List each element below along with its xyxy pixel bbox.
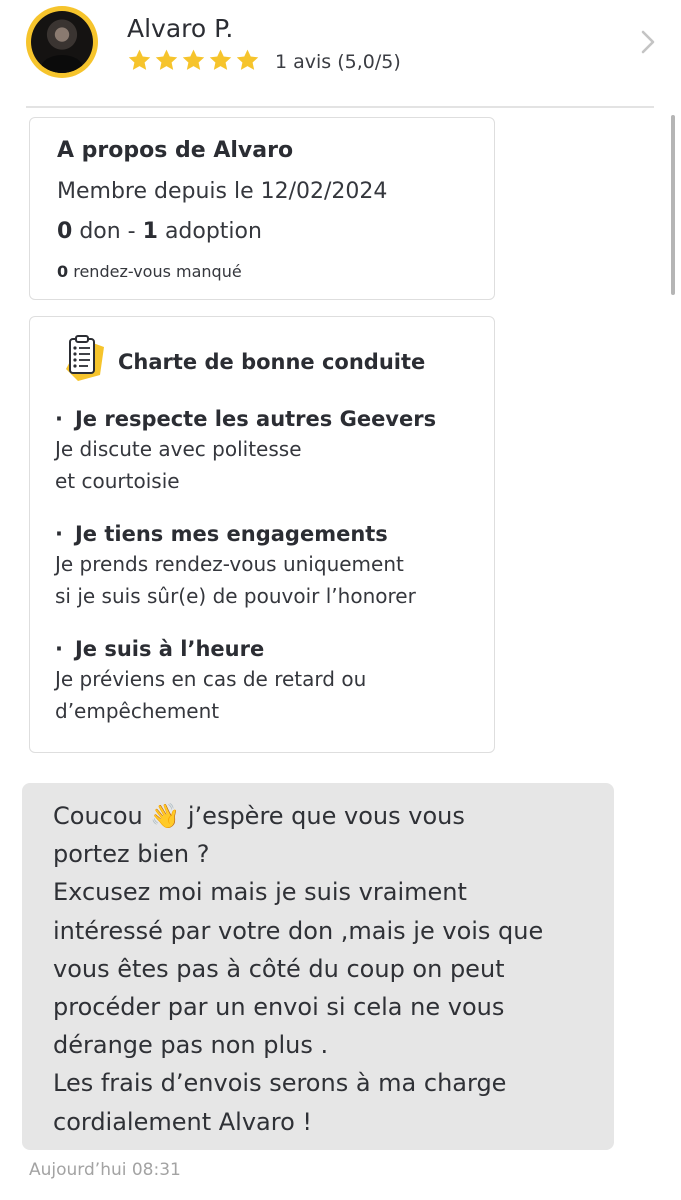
about-title: A propos de Alvaro <box>57 138 294 163</box>
charter-title: Charte de bonne conduite <box>118 350 426 374</box>
rating-stars <box>127 48 260 73</box>
chevron-right-icon[interactable] <box>638 28 658 56</box>
bullet: · <box>55 407 63 431</box>
rule-description: Je prends rendez-vous uniquement si je s… <box>55 552 416 608</box>
charter-card: Charte de bonne conduite · Je respecte le… <box>29 316 495 753</box>
bullet: · <box>55 637 63 661</box>
about-card: A propos de Alvaro Membre depuis le 12/0… <box>29 117 495 300</box>
member-since: Membre depuis le 12/02/2024 <box>57 179 388 204</box>
rule-description: Je discute avec politesse et courtoisie <box>55 437 302 493</box>
star-icon <box>128 49 151 70</box>
rating-text: 1 avis (5,0/5) <box>275 51 401 73</box>
rule-description: Je préviens en cas de retard ou d’empêch… <box>55 667 367 723</box>
rule-title: Je respecte les autres Geevers <box>74 407 437 431</box>
gifts-label: don - <box>79 219 136 244</box>
bullet: · <box>55 522 63 546</box>
gift-adoption-stats: 0 don - 1 adoption <box>57 219 262 244</box>
message-text: Coucou 👋 j’espère que vous vous portez b… <box>53 802 544 1136</box>
avatar-photo <box>31 11 93 73</box>
adoptions-label: adoption <box>164 219 262 244</box>
message-timestamp: Aujourd’hui 08:31 <box>29 1160 181 1180</box>
star-icon <box>155 49 178 70</box>
profile-name: Alvaro P. <box>127 14 234 43</box>
missed-label: rendez-vous manqué <box>73 262 242 281</box>
star-icon <box>182 49 205 70</box>
charter-rule: · Je suis à l’heure Je préviens en cas de… <box>55 637 485 727</box>
charter-rule: · Je respecte les autres Geevers Je discu… <box>55 407 485 497</box>
missed-count: 0 <box>57 262 69 281</box>
profile-header[interactable]: Alvaro P. 1 avis (5,0/5) <box>0 0 681 108</box>
checklist-icon <box>66 335 104 381</box>
message-bubble[interactable]: Coucou 👋 j’espère que vous vous portez b… <box>22 783 614 1150</box>
missed-appointments: 0 rendez-vous manqué <box>57 262 242 281</box>
scrollbar[interactable] <box>671 115 675 295</box>
avatar[interactable] <box>26 6 98 78</box>
header-divider <box>26 106 654 108</box>
rule-title: Je suis à l’heure <box>74 637 265 661</box>
adoptions-count: 1 <box>142 219 158 244</box>
charter-rule: · Je tiens mes engagements Je prends rend… <box>55 522 485 612</box>
star-icon <box>236 49 259 70</box>
star-icon <box>209 49 232 70</box>
rule-title: Je tiens mes engagements <box>74 522 388 546</box>
gifts-count: 0 <box>57 219 73 244</box>
